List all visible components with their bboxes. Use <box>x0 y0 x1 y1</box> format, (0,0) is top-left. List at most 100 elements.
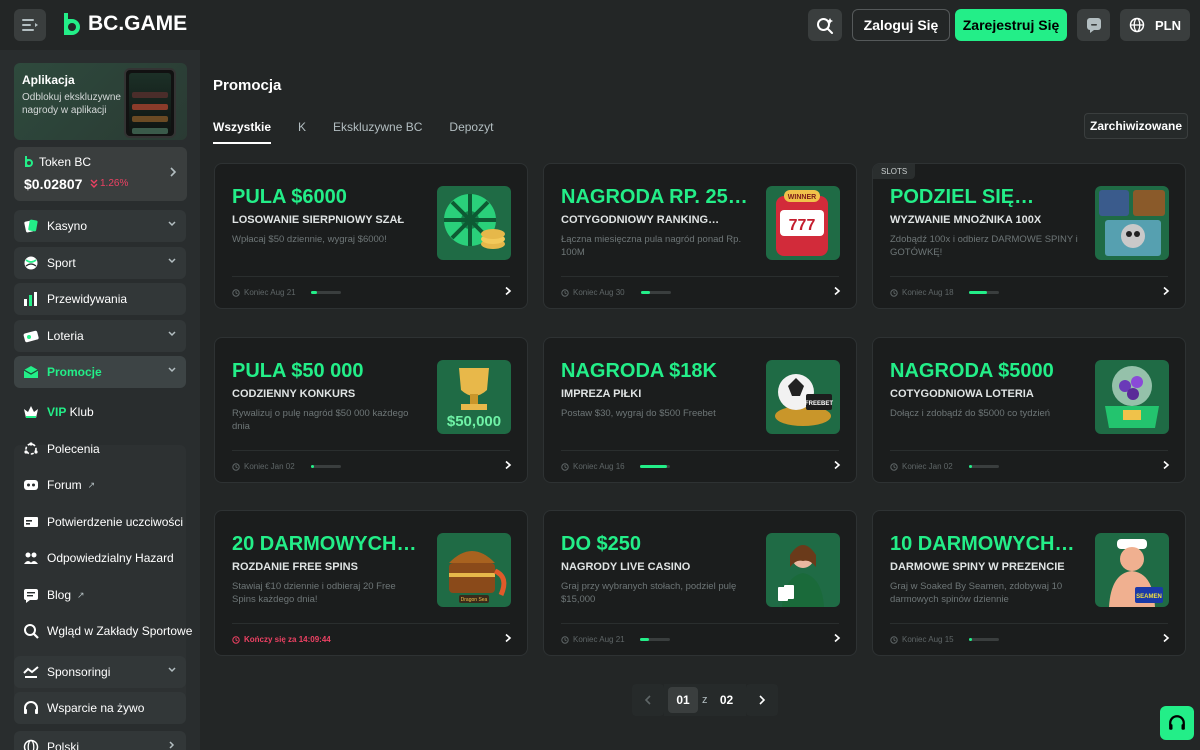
promo-end-date: Koniec Aug 21 <box>561 635 625 644</box>
main-content: Promocja Wszystkie K Ekskluzywne BC Depo… <box>200 50 1200 750</box>
promo-card[interactable]: PULA $50 000 CODZIENNY KONKURS Rywalizuj o… <box>214 337 528 483</box>
chat-button[interactable] <box>1077 9 1110 41</box>
page-title: Promocja <box>213 77 282 94</box>
total-pages[interactable]: 02 <box>712 687 742 713</box>
sidebar-item-label: Odpowiedzialny Hazard <box>47 551 174 565</box>
next-page-button[interactable] <box>745 684 778 716</box>
search-icon <box>817 18 833 34</box>
promo-subtitle: NAGRODY LIVE CASINO <box>561 561 691 573</box>
chat-icon <box>1086 18 1101 33</box>
tab-k[interactable]: K <box>298 120 306 144</box>
headset-icon <box>1169 715 1185 730</box>
promo-description: Łączna miesięczna pula nagród ponad Rp. … <box>561 234 742 258</box>
chevron-down-icon <box>168 667 176 673</box>
login-button[interactable]: Zaloguj Się <box>852 9 950 41</box>
trophy-amount-text: $50,000 <box>447 413 501 430</box>
sidebar-item-vip-club[interactable]: VIP Klub <box>14 396 186 428</box>
globe-icon <box>1129 17 1145 33</box>
promo-card[interactable]: SLOTS PODZIEL SIĘ… WYZWANIE MNOŻNIKA 100X Z… <box>872 163 1186 309</box>
current-page[interactable]: 01 <box>668 687 698 713</box>
prev-page-button[interactable] <box>632 684 664 716</box>
sidebar-item-label: Blog <box>47 588 72 602</box>
sidebar-item-referral[interactable]: Polecenia <box>14 433 186 465</box>
slot-777-text: 777 <box>789 217 816 234</box>
archived-button[interactable]: Zarchiwizowane <box>1084 113 1188 139</box>
register-button[interactable]: Zarejestruj Się <box>955 9 1067 41</box>
sidebar-item-sports-insight[interactable]: Wgląd w Zakłady Sportowe <box>14 615 192 647</box>
page-indicator: 01 z 02 <box>664 684 746 716</box>
clock-icon <box>890 462 898 471</box>
sidebar-item-live-support[interactable]: Wsparcie na żywo <box>14 692 186 724</box>
phone-image <box>124 68 176 138</box>
headset-icon <box>22 700 39 717</box>
promo-card[interactable]: NAGRODA $5000 COTYGODNIOWA LOTERIA Dołącz … <box>872 337 1186 483</box>
chevron-right-icon <box>834 460 841 470</box>
clock-icon <box>890 288 898 297</box>
down-trend-icon <box>90 179 98 188</box>
sidebar-item-forum[interactable]: Forum ↗ <box>14 469 186 501</box>
promo-description: Postaw $30, wygraj do $500 Freebet <box>561 408 716 419</box>
progress-bar <box>969 465 999 468</box>
chevron-right-icon <box>505 633 512 643</box>
promo-end-date: Koniec Jan 02 <box>890 462 953 471</box>
chevron-right-icon <box>834 286 841 296</box>
divider <box>890 623 1168 624</box>
chevron-down-icon <box>168 367 176 373</box>
sport-icon <box>22 255 39 272</box>
promo-card[interactable]: 20 DARMOWYCH… ROZDANIE FREE SPINS Stawiaj … <box>214 510 528 656</box>
external-link-icon: ↗ <box>77 589 85 600</box>
sidebar-item-label: Loteria <box>47 329 84 343</box>
forum-icon <box>22 477 39 494</box>
hamburger-icon <box>22 19 38 31</box>
progress-bar <box>311 291 341 294</box>
sidebar-item-sport[interactable]: Sport <box>14 247 186 279</box>
progress-bar <box>311 465 341 468</box>
sidebar-item-fairness[interactable]: Potwierdzenie uczciwości <box>14 506 186 538</box>
promo-card[interactable]: NAGRODA RP. 25… COTYGODNIOWY RANKING… Łącz… <box>543 163 857 309</box>
promo-description: Stawiaj €10 dziennie i odbieraj 20 Free … <box>232 581 396 605</box>
sidebar-item-label: Polecenia <box>47 442 100 456</box>
live-support-button[interactable] <box>1160 706 1194 740</box>
promo-subtitle: ROZDANIE FREE SPINS <box>232 561 358 573</box>
sidebar-item-promotions[interactable]: Promocje <box>14 356 186 388</box>
language-currency-button[interactable]: PLN <box>1120 9 1190 41</box>
sidebar-item-responsible-gambling[interactable]: Odpowiedzialny Hazard <box>14 542 186 574</box>
promo-card[interactable]: NAGRODA $18K IMPREZA PIŁKI Postaw $30, wyg… <box>543 337 857 483</box>
app-card-subtitle: Odblokuj ekskluzywne nagrody w aplikacji <box>22 92 121 116</box>
tab-deposit[interactable]: Depozyt <box>449 120 493 144</box>
responsible-icon <box>22 550 39 567</box>
divider <box>890 450 1168 451</box>
chevron-right-icon <box>505 460 512 470</box>
clock-icon <box>561 635 569 644</box>
app-promo-card[interactable]: Aplikacja Odblokuj ekskluzywne nagrody w… <box>14 63 187 140</box>
end-text: Koniec Jan 02 <box>902 462 953 471</box>
bc-token-card[interactable]: Token BC $0.02807 1.26% <box>14 147 187 201</box>
promo-card[interactable]: DO $250 NAGRODY LIVE CASINO Graj przy wybr… <box>543 510 857 656</box>
promo-subtitle: COTYGODNIOWA LOTERIA <box>890 388 1034 400</box>
logo[interactable]: BC.GAME <box>60 11 187 37</box>
end-text: Koniec Aug 15 <box>902 635 954 644</box>
promo-title: PULA $6000 <box>232 186 347 208</box>
promo-end-date: Koniec Jan 02 <box>232 462 295 471</box>
sidebar-item-sponsorships[interactable]: Sponsoringi <box>14 656 186 688</box>
promo-card[interactable]: 10 DARMOWYCH… DARMOWE SPINY W PREZENCIE Gr… <box>872 510 1186 656</box>
promo-image: Dragon Sea <box>437 533 511 607</box>
tab-exclusive[interactable]: Ekskluzywne BC <box>333 120 422 144</box>
promo-card[interactable]: PULA $6000 LOSOWANIE SIERPNIOWY SZAŁ Wpłac… <box>214 163 528 309</box>
sidebar-item-predictions[interactable]: Przewidywania <box>14 283 186 315</box>
sidebar-item-blog[interactable]: Blog ↗ <box>14 579 186 611</box>
blog-icon <box>22 587 39 604</box>
sidebar-item-label: VIP Klub <box>47 405 94 419</box>
promo-image <box>1095 360 1169 434</box>
sidebar-item-casino[interactable]: Kasyno <box>14 210 186 242</box>
sidebar-item-lottery[interactable]: Loteria <box>14 320 186 352</box>
promo-subtitle: IMPREZA PIŁKI <box>561 388 642 400</box>
sidebar-item-language[interactable]: Polski <box>14 731 186 750</box>
referral-icon <box>22 441 39 458</box>
menu-toggle-button[interactable] <box>14 9 46 41</box>
sidebar-item-label: Promocje <box>47 365 102 379</box>
category-tag: SLOTS <box>873 164 916 179</box>
search-button[interactable] <box>808 9 842 41</box>
promo-subtitle: LOSOWANIE SIERPNIOWY SZAŁ <box>232 214 405 226</box>
tab-all[interactable]: Wszystkie <box>213 120 272 144</box>
